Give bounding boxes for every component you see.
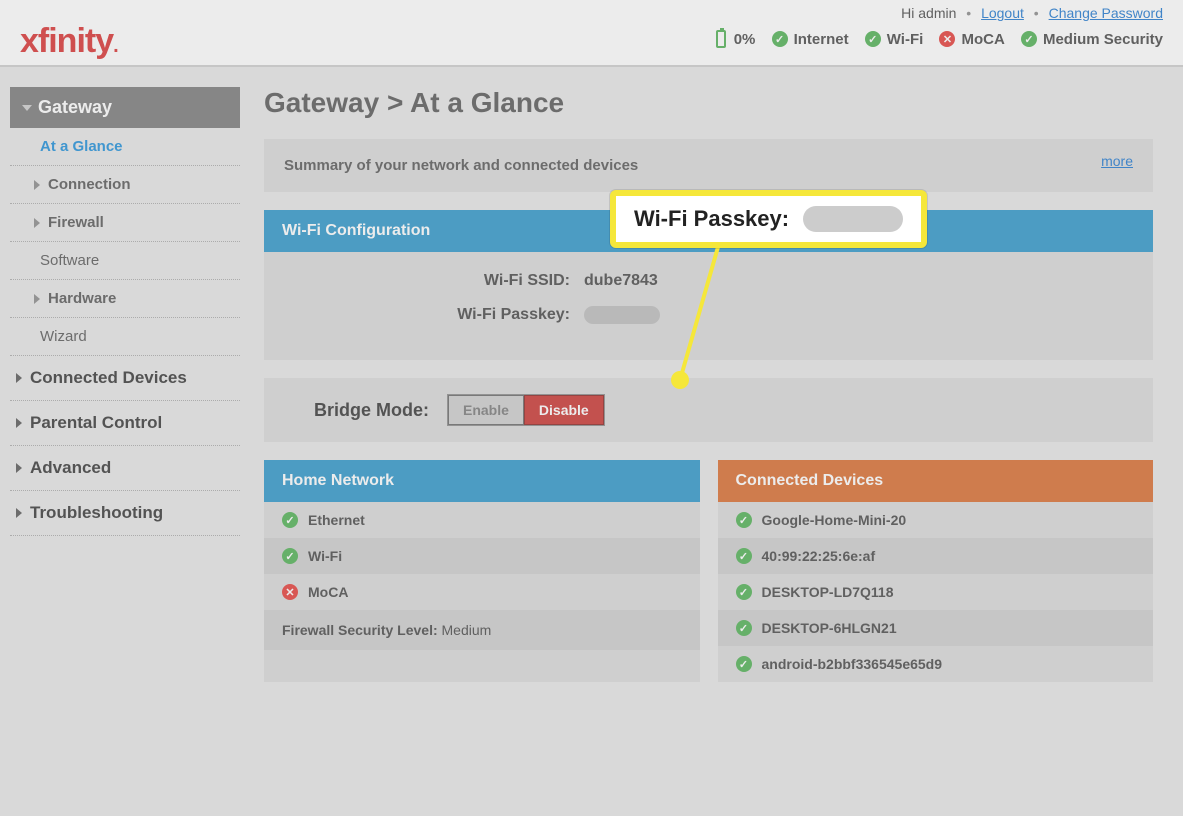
sidebar-item-software[interactable]: Software (10, 242, 240, 280)
sidebar-item-at-a-glance[interactable]: At a Glance (10, 128, 240, 166)
battery-pct: 0% (734, 31, 756, 48)
more-link[interactable]: more (1101, 153, 1133, 169)
check-icon (736, 512, 752, 528)
list-item: DESKTOP-LD7Q118 (718, 574, 1154, 610)
list-item: Ethernet (264, 502, 700, 538)
check-icon (736, 584, 752, 600)
status-row: 0% Internet Wi-Fi MoCA Medium Security (716, 30, 1163, 48)
chevron-right-icon (16, 373, 22, 383)
status-security: Medium Security (1043, 31, 1163, 48)
home-network-panel: Home Network Ethernet Wi-Fi MoCA Firewal… (264, 460, 700, 682)
x-icon (939, 31, 955, 47)
status-wifi: Wi-Fi (887, 31, 924, 48)
wifi-passkey-redacted (584, 306, 660, 324)
status-moca: MoCA (961, 31, 1004, 48)
check-icon (282, 548, 298, 564)
logo: xfinity. (20, 22, 118, 61)
wifi-ssid-value: dube7843 (584, 272, 658, 290)
greeting: Hi admin (901, 5, 956, 21)
check-icon (736, 656, 752, 672)
bridge-enable-button[interactable]: Enable (448, 395, 524, 425)
list-item: 40:99:22:25:6e:af (718, 538, 1154, 574)
check-icon (865, 31, 881, 47)
sidebar-section-gateway[interactable]: Gateway (10, 87, 240, 128)
bridge-mode-label: Bridge Mode: (314, 400, 429, 421)
sidebar-section-advanced[interactable]: Advanced (10, 446, 240, 491)
change-password-link[interactable]: Change Password (1049, 5, 1163, 21)
status-internet: Internet (794, 31, 849, 48)
chevron-right-icon (34, 218, 40, 228)
summary-panel: Summary of your network and connected de… (264, 139, 1153, 192)
logout-link[interactable]: Logout (981, 5, 1024, 21)
callout-label: Wi-Fi Passkey: (634, 206, 789, 232)
sidebar-item-hardware[interactable]: Hardware (10, 280, 240, 318)
check-icon (282, 512, 298, 528)
page-title: Gateway > At a Glance (264, 87, 1153, 119)
list-item: DESKTOP-6HLGN21 (718, 610, 1154, 646)
list-item: Wi-Fi (264, 538, 700, 574)
connected-devices-header: Connected Devices (718, 460, 1154, 502)
bridge-mode-panel: Bridge Mode: Enable Disable (264, 378, 1153, 442)
list-item: Google-Home-Mini-20 (718, 502, 1154, 538)
callout-redacted-pill (803, 206, 903, 232)
chevron-right-icon (34, 180, 40, 190)
sidebar-item-firewall[interactable]: Firewall (10, 204, 240, 242)
main-content: Gateway > At a Glance Summary of your ne… (264, 87, 1153, 682)
sidebar: Gateway At a Glance Connection Firewall … (10, 87, 240, 682)
summary-text: Summary of your network and connected de… (284, 157, 638, 174)
bridge-disable-button[interactable]: Disable (524, 395, 604, 425)
chevron-down-icon (22, 105, 32, 111)
chevron-right-icon (16, 463, 22, 473)
sidebar-section-parental-control[interactable]: Parental Control (10, 401, 240, 446)
wifi-ssid-label: Wi-Fi SSID: (284, 272, 584, 290)
chevron-right-icon (16, 508, 22, 518)
sidebar-item-connection[interactable]: Connection (10, 166, 240, 204)
bridge-mode-toggle: Enable Disable (447, 394, 605, 426)
chevron-right-icon (34, 294, 40, 304)
check-icon (736, 620, 752, 636)
check-icon (772, 31, 788, 47)
chevron-right-icon (16, 418, 22, 428)
battery-icon (716, 30, 726, 48)
list-item: android-b2bbf336545e65d9 (718, 646, 1154, 682)
callout-box: Wi-Fi Passkey: (610, 190, 927, 248)
check-icon (1021, 31, 1037, 47)
sidebar-section-troubleshooting[interactable]: Troubleshooting (10, 491, 240, 536)
sidebar-item-wizard[interactable]: Wizard (10, 318, 240, 356)
list-item: MoCA (264, 574, 700, 610)
connected-devices-panel: Connected Devices Google-Home-Mini-20 40… (718, 460, 1154, 682)
header: xfinity. Hi admin • Logout • Change Pass… (0, 0, 1183, 67)
firewall-level-row: Firewall Security Level: Medium (264, 610, 700, 650)
top-right-links: Hi admin • Logout • Change Password (901, 5, 1163, 21)
sidebar-section-connected-devices[interactable]: Connected Devices (10, 356, 240, 401)
x-icon (282, 584, 298, 600)
wifi-passkey-label: Wi-Fi Passkey: (284, 306, 584, 324)
home-network-header: Home Network (264, 460, 700, 502)
check-icon (736, 548, 752, 564)
